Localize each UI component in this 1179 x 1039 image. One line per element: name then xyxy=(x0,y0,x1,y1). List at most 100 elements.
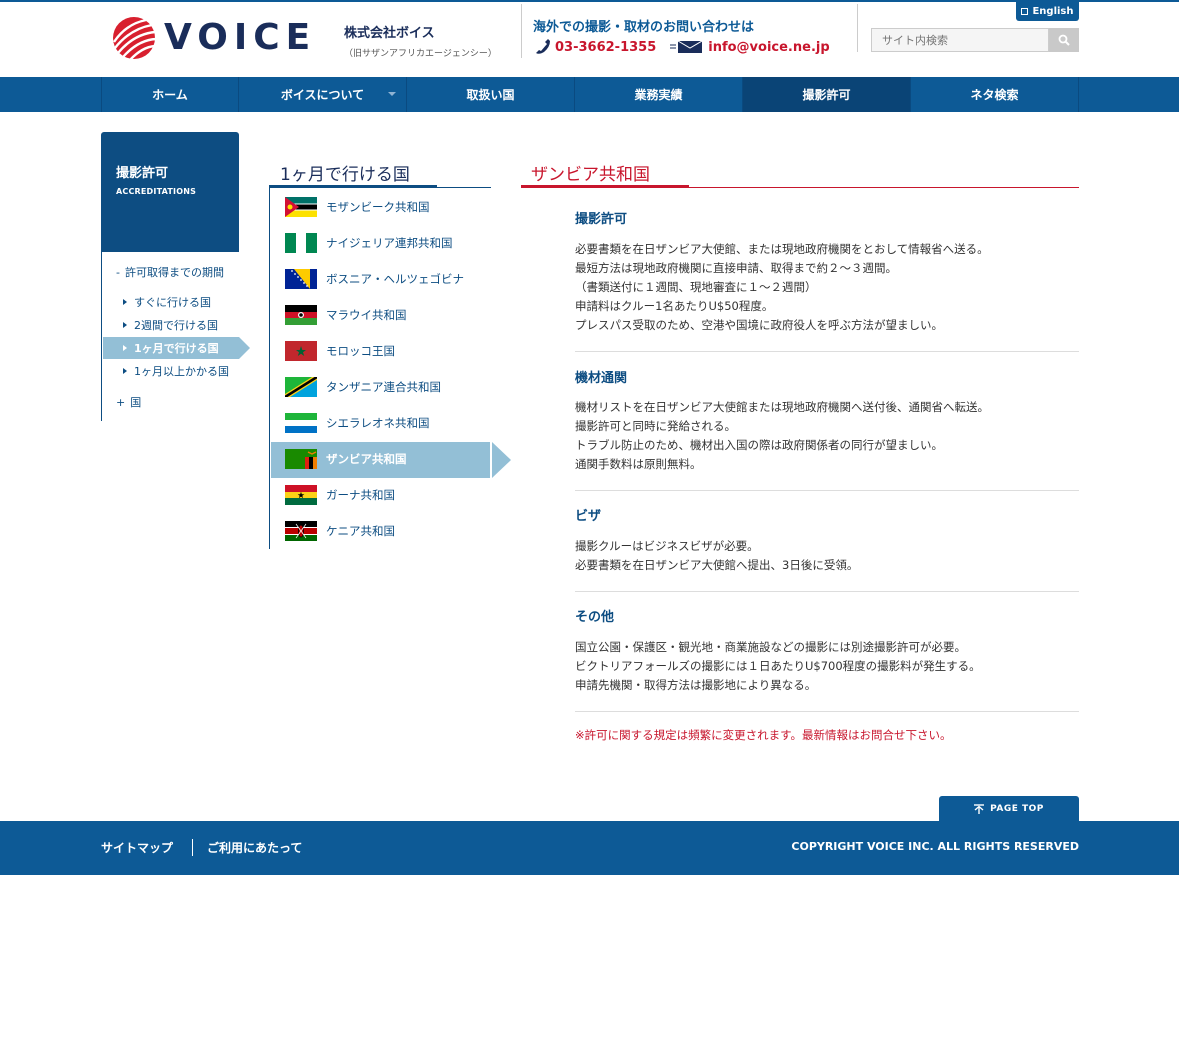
nav-label: 業務実績 xyxy=(634,88,683,102)
section-heading-visa: ビザ xyxy=(575,509,602,524)
section-body-visa: 撮影クルーはビジネスビザが必要。 必要書類を在日ザンビア大使館へ提出、3日後に受… xyxy=(575,539,859,572)
section-body-other: 国立公園・保護区・観光地・商業施設などの撮影には別途撮影許可が必要。 ビクトリア… xyxy=(575,640,981,692)
country-list-rule xyxy=(269,188,270,549)
country-item-ghana[interactable]: ガーナ共和国 xyxy=(285,477,491,513)
mozambique-flag-icon xyxy=(285,197,317,217)
sidebar-item-label: 1ヶ月で行ける国 xyxy=(134,342,219,355)
page-title: ザンビア共和国 xyxy=(531,165,650,185)
page-top-label: PAGE TOP xyxy=(990,803,1044,814)
nav-label: ネタ検索 xyxy=(970,88,1019,102)
tanzania-flag-icon xyxy=(285,377,317,397)
page-top-button[interactable]: PAGE TOP xyxy=(939,796,1079,821)
section-heading-customs: 機材通関 xyxy=(575,371,628,386)
section-heading-permit: 撮影許可 xyxy=(575,212,628,227)
country-label: モザンビーク共和国 xyxy=(326,200,430,214)
malawi-flag-icon xyxy=(285,305,317,325)
phone-icon xyxy=(536,39,550,54)
header-divider xyxy=(857,4,858,52)
sidebar-section-period[interactable]: - 許可取得までの期間 xyxy=(116,264,224,280)
sidebar-title-en: ACCREDITATIONS xyxy=(116,187,197,196)
sidebar-item-two-weeks[interactable]: 2週間で行ける国 xyxy=(123,317,218,333)
nav-about[interactable]: ボイスについて xyxy=(239,77,407,112)
triangle-right-icon xyxy=(123,345,127,351)
company-name: 株式会社ボイス xyxy=(344,26,435,41)
title-rule xyxy=(689,187,1079,188)
country-label: タンザニア連合共和国 xyxy=(326,380,441,394)
country-label: ガーナ共和国 xyxy=(326,488,395,502)
english-button[interactable]: English xyxy=(1016,2,1079,21)
sidebar-rule xyxy=(101,252,102,421)
sidebar-header: 撮影許可 ACCREDITATIONS xyxy=(101,132,239,252)
ghana-flag-icon xyxy=(285,485,317,505)
sidebar-section-country[interactable]: + 国 xyxy=(116,394,141,410)
nav-topic-search[interactable]: ネタ検索 xyxy=(911,77,1079,112)
nav-works[interactable]: 業務実績 xyxy=(575,77,743,112)
sierra-leone-flag-icon xyxy=(285,413,317,433)
global-nav: ホーム ボイスについて 取扱い国 業務実績 撮影許可 ネタ検索 xyxy=(0,77,1179,112)
section-body-customs: 機材リストを在日ザンビア大使館または現地政府機関へ送付後、通関省へ転送。 撮影許… xyxy=(575,400,989,471)
logo-wordmark: VOICE xyxy=(164,17,317,58)
nigeria-flag-icon xyxy=(285,233,317,253)
country-label: ケニア共和国 xyxy=(326,524,395,538)
section-divider xyxy=(575,711,1079,712)
company-info: 株式会社ボイス （旧サザンアフリカエージェンシー） xyxy=(344,22,497,59)
country-item-morocco[interactable]: モロッコ王国 xyxy=(285,333,491,369)
header-divider xyxy=(521,4,522,58)
sidebar-section-label: 国 xyxy=(130,396,142,409)
triangle-right-icon xyxy=(123,299,127,305)
country-item-kenya[interactable]: ケニア共和国 xyxy=(285,513,491,549)
top-accent-line xyxy=(0,0,1179,2)
nav-home[interactable]: ホーム xyxy=(102,77,239,112)
country-label: モロッコ王国 xyxy=(326,344,395,358)
sidebar-item-one-month[interactable]: 1ヶ月で行ける国 xyxy=(123,340,219,356)
section-heading-other: その他 xyxy=(575,610,615,625)
zambia-flag-icon xyxy=(285,449,317,469)
kenya-flag-icon xyxy=(285,521,317,541)
sidebar-title: 撮影許可 xyxy=(116,166,169,181)
nav-accreditations[interactable]: 撮影許可 xyxy=(743,77,911,112)
phone-number[interactable]: 03-3662-1355 xyxy=(555,40,656,55)
site-footer: サイトマップ ご利用にあたって COPYRIGHT VOICE INC. ALL… xyxy=(0,821,1179,875)
morocco-flag-icon xyxy=(285,341,317,361)
title-rule xyxy=(437,187,491,188)
nav-countries[interactable]: 取扱い国 xyxy=(407,77,575,112)
country-item-nigeria[interactable]: ナイジェリア連邦共和国 xyxy=(285,225,491,261)
country-list-title: 1ヶ月で行ける国 xyxy=(280,165,410,185)
sidebar-active-arrow xyxy=(239,337,250,359)
country-item-tanzania[interactable]: タンザニア連合共和国 xyxy=(285,369,491,405)
voice-logo-icon xyxy=(113,17,156,60)
english-label: English xyxy=(1032,6,1074,17)
sidebar-item-over-one-month[interactable]: 1ヶ月以上かかる国 xyxy=(123,363,229,379)
footer-link-terms[interactable]: ご利用にあたって xyxy=(207,839,302,856)
sidebar-item-label: すぐに行ける国 xyxy=(134,296,211,309)
section-divider xyxy=(575,490,1079,491)
footer-link-sitemap[interactable]: サイトマップ xyxy=(101,839,173,856)
country-label: シエラレオネ共和国 xyxy=(326,416,430,430)
page-top-arrow-icon xyxy=(974,803,985,814)
search-icon xyxy=(1058,34,1070,46)
section-divider xyxy=(575,351,1079,352)
mail-icon xyxy=(670,41,703,53)
country-item-sierra-leone[interactable]: シエラレオネ共和国 xyxy=(285,405,491,441)
company-former-name: （旧サザンアフリカエージェンシー） xyxy=(344,49,497,59)
update-notice: ※許可に関する規定は頻繁に変更されます。最新情報はお問合せ下さい。 xyxy=(575,728,952,742)
email-address[interactable]: info@voice.ne.jp xyxy=(708,40,829,55)
country-item-bosnia[interactable]: ボスニア・ヘルツェゴビナ xyxy=(285,261,491,297)
triangle-right-icon xyxy=(123,368,127,374)
collapse-toggle: - xyxy=(116,266,120,279)
site-search-input[interactable] xyxy=(871,28,1049,52)
site-logo[interactable]: VOICE xyxy=(112,16,316,60)
country-active-arrow xyxy=(492,442,511,478)
triangle-right-icon xyxy=(123,322,127,328)
country-item-malawi[interactable]: マラウイ共和国 xyxy=(285,297,491,333)
nav-label: 撮影許可 xyxy=(802,88,851,102)
country-item-mozambique[interactable]: モザンビーク共和国 xyxy=(285,189,491,225)
contact-title: 海外での撮影・取材のお問い合わせは xyxy=(533,20,755,35)
section-divider xyxy=(575,591,1079,592)
country-label: マラウイ共和国 xyxy=(326,308,407,322)
sidebar-section-label: 許可取得までの期間 xyxy=(124,266,224,279)
country-item-zambia[interactable]: ザンビア共和国 xyxy=(285,441,491,477)
search-button[interactable] xyxy=(1049,28,1079,52)
sidebar-item-immediate[interactable]: すぐに行ける国 xyxy=(123,294,211,310)
copyright: COPYRIGHT VOICE INC. ALL RIGHTS RESERVED xyxy=(791,840,1079,853)
